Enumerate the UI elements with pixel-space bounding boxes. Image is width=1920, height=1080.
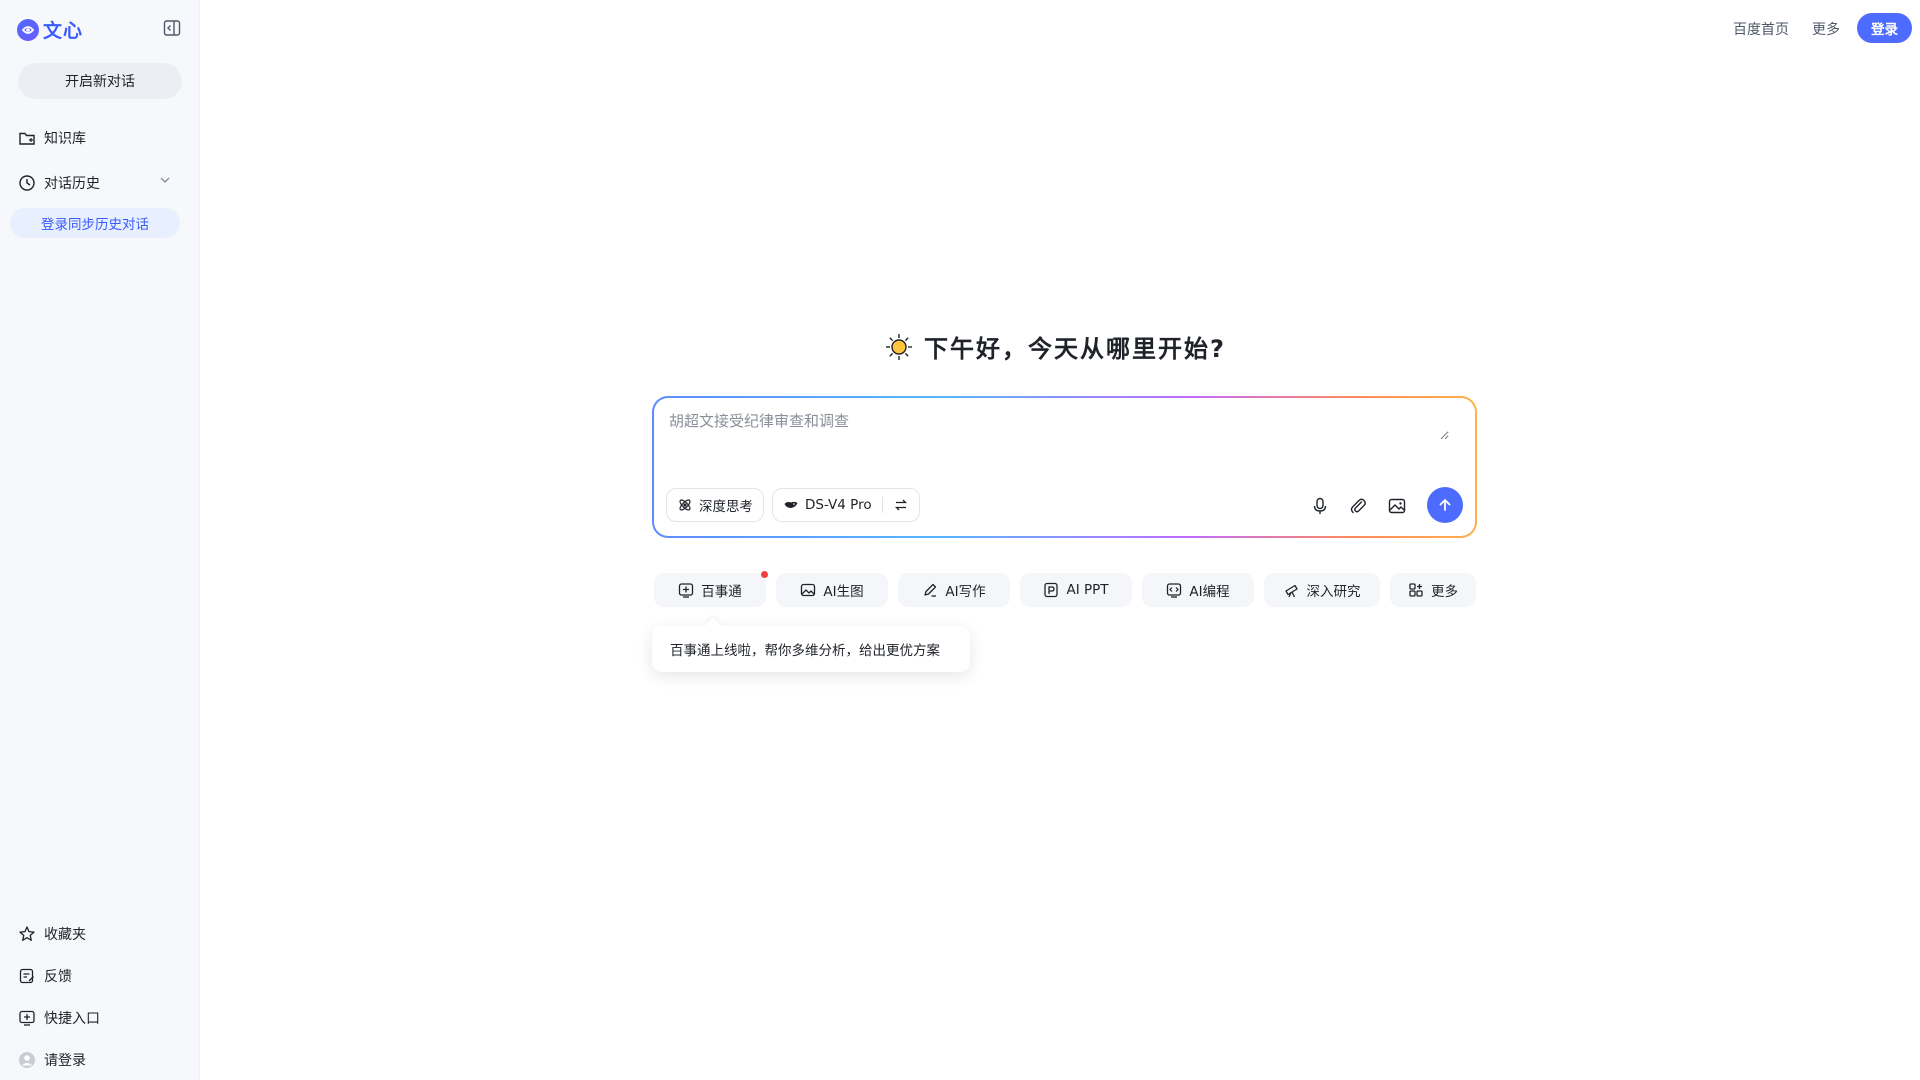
swap-icon[interactable] xyxy=(893,497,909,513)
model-label: DS-V4 Pro xyxy=(805,497,872,513)
chip-ai-coding[interactable]: AI编程 xyxy=(1142,573,1254,607)
tooltip-text: 百事通上线啦，帮你多维分析，给出更优方案 xyxy=(670,643,940,659)
login-button[interactable]: 登录 xyxy=(1857,13,1912,43)
sidebar-item-feedback[interactable]: 反馈 xyxy=(18,966,72,986)
collapse-sidebar-button[interactable] xyxy=(161,17,183,39)
pen-icon xyxy=(924,583,937,597)
deep-think-button[interactable]: 深度思考 xyxy=(666,488,764,522)
sidebar-item-knowledge[interactable]: 知识库 xyxy=(18,128,86,148)
baidu-home-link[interactable]: 百度首页 xyxy=(1733,19,1789,39)
chip-baishitong[interactable]: 百事通 xyxy=(654,573,766,607)
logo-text: 文心 xyxy=(43,20,84,42)
chat-input-inner: 深度思考 DS-V4 Pro xyxy=(654,398,1475,536)
chat-input-box: 深度思考 DS-V4 Pro xyxy=(652,396,1477,538)
logo-icon xyxy=(17,18,39,41)
chat-input[interactable] xyxy=(669,410,1449,440)
feedback-icon xyxy=(19,968,34,984)
chip-label: AI编程 xyxy=(1189,584,1230,600)
code-icon xyxy=(1167,583,1182,598)
chip-more[interactable]: 更多 xyxy=(1390,573,1476,607)
sidebar-item-label: 快捷入口 xyxy=(44,1011,100,1027)
telescope-icon xyxy=(1284,584,1298,598)
user-avatar-icon xyxy=(19,1052,35,1068)
chip-label: 百事通 xyxy=(701,584,742,600)
sidebar-collapse-icon xyxy=(163,20,181,36)
send-button[interactable] xyxy=(1427,487,1463,523)
chip-label: AI PPT xyxy=(1066,582,1109,598)
shortcut-icon xyxy=(19,1010,35,1026)
sidebar-item-label: 反馈 xyxy=(44,969,72,985)
sidebar-item-label: 知识库 xyxy=(44,131,86,147)
deep-think-label: 深度思考 xyxy=(699,499,753,515)
sun-cloud-icon xyxy=(886,333,912,360)
plus-square-icon xyxy=(679,583,694,598)
chip-label: AI生图 xyxy=(823,584,864,600)
chip-ai-ppt[interactable]: AI PPT xyxy=(1020,573,1132,607)
login-sync-history-button[interactable]: 登录同步历史对话 xyxy=(10,208,180,238)
clock-icon xyxy=(19,175,35,191)
sidebar: 文心 开启新对话 知识库 对话历史 登录同步历史对话 收藏夹 反馈 快捷入口 请… xyxy=(0,0,200,1080)
chip-label: 更多 xyxy=(1431,584,1458,600)
feature-tooltip: 百事通上线啦，帮你多维分析，给出更优方案 xyxy=(652,626,970,672)
greeting: 下午好，今天从哪里开始? xyxy=(884,329,1226,364)
apps-icon xyxy=(1409,583,1423,597)
arrow-up-icon xyxy=(1439,499,1451,511)
paperclip-icon[interactable] xyxy=(1348,496,1368,516)
ppt-icon xyxy=(1044,582,1059,598)
sidebar-item-label: 对话历史 xyxy=(44,176,100,192)
model-selector[interactable]: DS-V4 Pro xyxy=(772,488,920,522)
logo[interactable]: 文心 xyxy=(17,16,83,43)
sidebar-item-login[interactable]: 请登录 xyxy=(18,1050,86,1070)
folder-icon xyxy=(19,132,35,145)
chip-deep-research[interactable]: 深入研究 xyxy=(1264,573,1380,607)
chevron-down-icon[interactable] xyxy=(158,173,172,187)
chip-label: 深入研究 xyxy=(1306,584,1361,600)
sidebar-item-shortcut[interactable]: 快捷入口 xyxy=(18,1008,100,1028)
image-upload-icon[interactable] xyxy=(1387,496,1407,516)
sidebar-item-favorites[interactable]: 收藏夹 xyxy=(18,924,86,944)
chip-label: AI写作 xyxy=(945,584,986,600)
divider xyxy=(881,497,883,513)
more-link[interactable]: 更多 xyxy=(1812,19,1840,39)
sidebar-item-label: 请登录 xyxy=(44,1053,86,1069)
notification-dot xyxy=(761,571,768,578)
new-chat-button[interactable]: 开启新对话 xyxy=(18,63,182,99)
image-icon xyxy=(801,583,816,597)
greeting-text: 下午好，今天从哪里开始? xyxy=(924,335,1226,363)
chip-ai-writing[interactable]: AI写作 xyxy=(898,573,1010,607)
sidebar-item-history[interactable]: 对话历史 xyxy=(18,173,100,193)
sidebar-item-label: 收藏夹 xyxy=(44,927,86,943)
whale-icon xyxy=(784,501,798,508)
atom-icon xyxy=(679,499,691,511)
star-icon xyxy=(19,926,35,941)
chip-ai-image[interactable]: AI生图 xyxy=(776,573,888,607)
microphone-icon[interactable] xyxy=(1310,496,1330,516)
